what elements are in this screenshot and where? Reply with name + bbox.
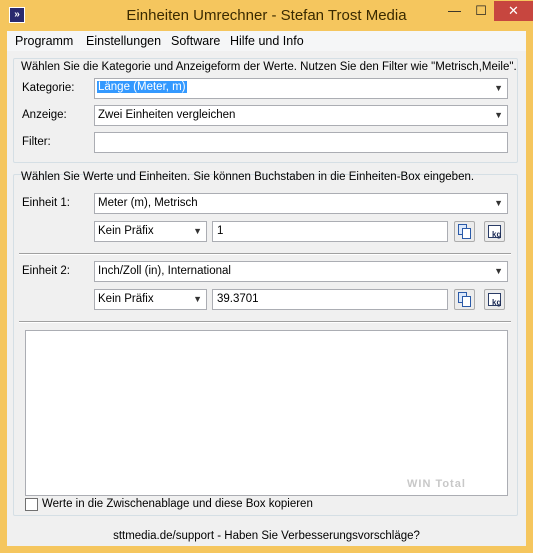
values-hint: Wählen Sie Werte und Einheiten. Sie könn… <box>21 171 475 183</box>
einheit2-unit-select[interactable]: Inch/Zoll (in), International ▼ <box>94 261 508 282</box>
einheit2-unit-value: Inch/Zoll (in), International <box>98 265 231 277</box>
status-link[interactable]: sttmedia.de/support - Haben Sie Verbesse… <box>7 530 526 542</box>
separator <box>19 321 511 323</box>
einheit2-label: Einheit 2: <box>22 265 70 277</box>
anzeige-label: Anzeige: <box>22 109 67 121</box>
separator <box>19 253 511 255</box>
output-textbox[interactable] <box>25 330 508 496</box>
app-window: » Einheiten Umrechner - Stefan Trost Med… <box>0 0 533 553</box>
menu-bar: Programm Einstellungen Software Hilfe un… <box>7 31 526 51</box>
kategorie-value: Länge (Meter, m) <box>97 81 187 93</box>
einheit1-unit-button[interactable]: kg <box>484 221 505 242</box>
menu-programm[interactable]: Programm <box>15 34 73 48</box>
anzeige-select[interactable]: Zwei Einheiten vergleichen ▼ <box>94 105 508 126</box>
einheit2-value: 39.3701 <box>217 293 259 305</box>
einheit1-value-input[interactable]: 1 <box>212 221 448 242</box>
client-area: Programm Einstellungen Software Hilfe un… <box>7 31 526 546</box>
einheit1-unit-value: Meter (m), Metrisch <box>98 197 198 209</box>
chevron-down-icon: ▼ <box>193 294 202 304</box>
minimize-button[interactable]: — <box>441 1 468 21</box>
chevron-down-icon: ▼ <box>494 198 503 208</box>
menu-einstellungen[interactable]: Einstellungen <box>86 34 161 48</box>
close-button[interactable]: ✕ <box>494 1 533 21</box>
einheit2-prefix-select[interactable]: Kein Präfix ▼ <box>94 289 207 310</box>
kategorie-select[interactable]: Länge (Meter, m) ▼ <box>94 78 508 99</box>
einheit1-prefix-select[interactable]: Kein Präfix ▼ <box>94 221 207 242</box>
einheit2-copy-button[interactable] <box>454 289 475 310</box>
einheit1-unit-select[interactable]: Meter (m), Metrisch ▼ <box>94 193 508 214</box>
filter-label: Filter: <box>22 136 51 148</box>
filter-input[interactable] <box>94 132 508 153</box>
einheit2-value-input[interactable]: 39.3701 <box>212 289 448 310</box>
kategorie-label: Kategorie: <box>22 82 75 94</box>
chevron-down-icon: ▼ <box>494 83 503 93</box>
chevron-down-icon: ▼ <box>494 266 503 276</box>
einheit2-prefix-value: Kein Präfix <box>98 293 154 305</box>
anzeige-value: Zwei Einheiten vergleichen <box>98 109 236 121</box>
einheit1-copy-button[interactable] <box>454 221 475 242</box>
watermark-logo: WIN Total <box>407 478 466 490</box>
category-hint: Wählen Sie die Kategorie und Anzeigeform… <box>21 61 517 73</box>
menu-hilfe-und-info[interactable]: Hilfe und Info <box>230 34 304 48</box>
title-bar[interactable]: » Einheiten Umrechner - Stefan Trost Med… <box>0 0 533 31</box>
einheit1-label: Einheit 1: <box>22 197 70 209</box>
menu-software[interactable]: Software <box>171 34 220 48</box>
copy-checkbox-label[interactable]: Werte in die Zwischenablage und diese Bo… <box>42 498 313 510</box>
einheit2-unit-button[interactable]: kg <box>484 289 505 310</box>
einheit1-value: 1 <box>217 225 224 237</box>
copy-checkbox[interactable] <box>25 498 38 511</box>
chevron-down-icon: ▼ <box>494 110 503 120</box>
maximize-button[interactable]: ☐ <box>468 1 494 21</box>
chevron-down-icon: ▼ <box>193 226 202 236</box>
einheit1-prefix-value: Kein Präfix <box>98 225 154 237</box>
